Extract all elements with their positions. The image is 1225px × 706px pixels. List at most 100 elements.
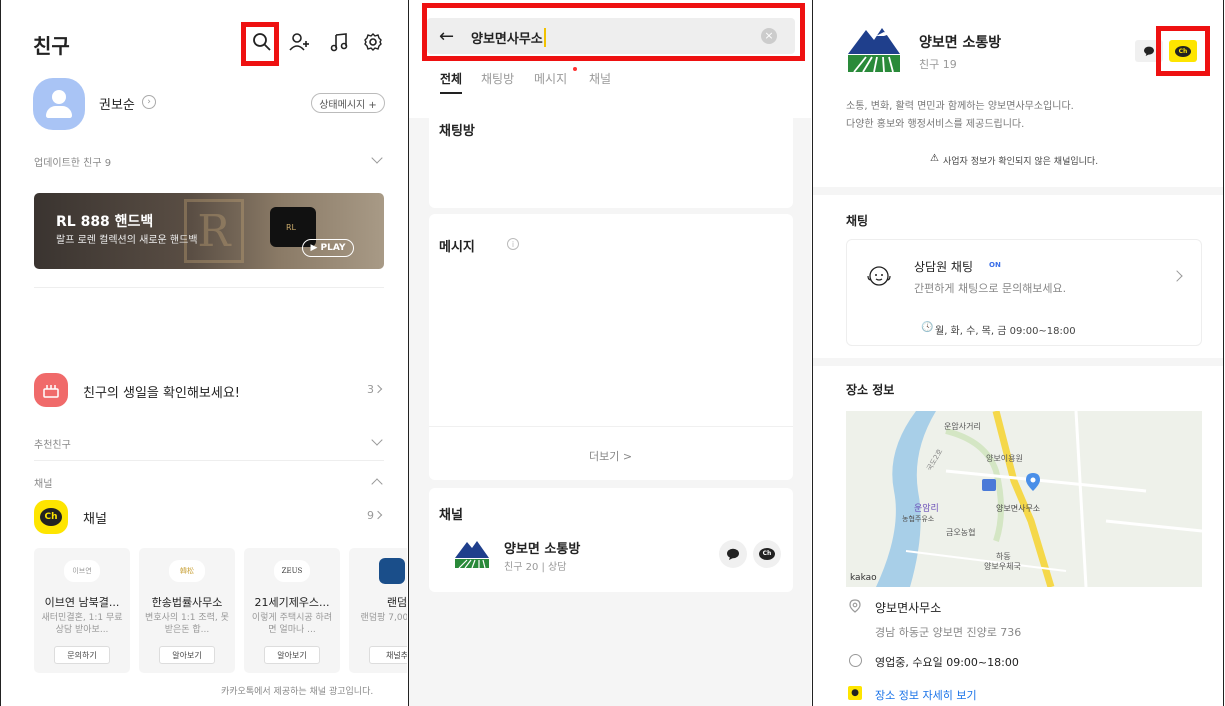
channel-plus-icon[interactable]: Ch bbox=[753, 540, 781, 568]
channel-card-desc: 랜덤팡 7,000원 꽝 bbox=[360, 613, 407, 623]
chevron-down-icon[interactable] bbox=[371, 434, 383, 446]
settings-icon[interactable] bbox=[361, 30, 385, 54]
map-label-barber: 양보이용원 bbox=[986, 454, 1023, 463]
location-pin-icon bbox=[1026, 473, 1040, 491]
highlight-box bbox=[1156, 26, 1210, 76]
map-label-office: 양보면사무소 bbox=[996, 504, 1041, 513]
channel-description-line2: 다양한 홍보와 행정서비스를 제공드립니다. bbox=[846, 119, 1025, 130]
divider bbox=[429, 426, 793, 427]
info-icon[interactable]: i bbox=[507, 238, 519, 250]
channel-card-desc: 변호사의 1:1 조력, 못받은돈 합... bbox=[145, 613, 229, 635]
counselor-chat-title: 상담원 채팅 bbox=[914, 260, 974, 274]
place-section-title: 장소 정보 bbox=[846, 383, 895, 397]
tab-messages[interactable]: 메시지 bbox=[534, 70, 567, 87]
channel-description-line1: 소통, 변화, 활력 면민과 함께하는 양보면사무소입니다. bbox=[846, 101, 1074, 112]
map-label-gas: 농협주유소 bbox=[902, 515, 935, 523]
chevron-right-icon[interactable] bbox=[373, 510, 383, 520]
profile-name[interactable]: 권보순 bbox=[99, 94, 135, 113]
inquire-button[interactable]: 문의하기 bbox=[54, 646, 110, 664]
divider bbox=[813, 187, 1223, 195]
new-dot bbox=[573, 67, 577, 71]
business-hours: 월, 화, 수, 목, 금 09:00~18:00 bbox=[935, 326, 1076, 337]
channel-result-meta: 친구 20 | 상담 bbox=[504, 562, 567, 573]
place-detail-link[interactable]: 장소 정보 자세히 보기 bbox=[875, 687, 977, 703]
channel-logo: ZEUS bbox=[274, 560, 310, 582]
ad-notice: 카카오톡에서 제공하는 채널 광고입니다. bbox=[221, 687, 374, 697]
channel-profile-panel: 양보면 소통방 친구 19 Ch 소통, 변화, 활력 면민과 함께하는 양보면… bbox=[812, 0, 1224, 706]
bus-stop-icon bbox=[982, 479, 996, 491]
chat-section-title: 채팅 bbox=[846, 214, 869, 228]
map-label-post: 양보우체국 bbox=[984, 562, 1021, 571]
ad-banner[interactable]: R RL RL 888 핸드백 랄프 로렌 컬렉션의 새로운 핸드백 ▶ PLA… bbox=[34, 193, 384, 269]
map-label-geumo: 금오농협 bbox=[946, 528, 976, 537]
add-friend-icon[interactable] bbox=[288, 30, 312, 54]
business-warning: 사업자 정보가 확인되지 않은 채널입니다. bbox=[943, 157, 1099, 167]
channel-count[interactable]: 9 bbox=[367, 509, 374, 522]
channel-card-name: 랜덤 bbox=[386, 596, 407, 609]
channel-logo bbox=[379, 558, 405, 584]
channel-logo: 韓松 bbox=[169, 560, 205, 582]
channel-card-name: 한송법률사무소 bbox=[151, 596, 223, 609]
place-address: 경남 하동군 양보면 진양로 736 bbox=[875, 626, 1022, 639]
map-label-village: 운암리 bbox=[914, 504, 939, 514]
highlight-box bbox=[241, 22, 279, 66]
play-button[interactable]: ▶ PLAY bbox=[302, 239, 354, 257]
channel-card[interactable]: 이브연 이브연 남북결... 새터민결혼, 1:1 무료상담 받아보... 문의… bbox=[34, 548, 130, 673]
counselor-chat-desc: 간편하게 채팅으로 문의해보세요. bbox=[914, 282, 1067, 295]
channel-card-name: 이브연 남북결... bbox=[44, 596, 120, 609]
map-marker-icon: ● bbox=[848, 686, 862, 700]
channel-card-desc: 새터민결혼, 1:1 무료상담 받아보... bbox=[41, 613, 123, 635]
chevron-right-icon[interactable] bbox=[1171, 270, 1183, 282]
section-title: 채널 bbox=[439, 508, 463, 523]
divider bbox=[34, 460, 384, 461]
map-provider: kakao bbox=[850, 573, 877, 583]
music-icon[interactable] bbox=[327, 30, 351, 54]
status-message-button[interactable]: 상태메시지 + bbox=[311, 93, 385, 113]
channel-name: 양보면 소통방 bbox=[919, 35, 1002, 51]
banner-subtitle: 랄프 로렌 컬렉션의 새로운 핸드백 bbox=[56, 235, 198, 246]
channel-card[interactable]: ZEUS 21세기제우스... 이렇게 주택시공 하려면 얼마나 ... 알아보… bbox=[244, 548, 340, 673]
channel-logo[interactable] bbox=[453, 536, 491, 568]
cake-icon bbox=[34, 373, 68, 407]
section-title: 메시지 bbox=[439, 240, 475, 255]
tab-all[interactable]: 전체 bbox=[440, 70, 463, 94]
clock-icon bbox=[849, 654, 862, 667]
chevron-right-icon[interactable] bbox=[373, 384, 383, 394]
location-pin-icon bbox=[849, 598, 861, 613]
chevron-right-icon[interactable]: › bbox=[142, 95, 156, 109]
channel-card-name: 21세기제우스... bbox=[254, 596, 330, 609]
birthday-text[interactable]: 친구의 생일을 확인해보세요! bbox=[83, 382, 240, 401]
chevron-up-icon[interactable] bbox=[371, 478, 383, 490]
learn-more-button[interactable]: 알아보기 bbox=[264, 646, 320, 664]
avatar[interactable] bbox=[33, 78, 85, 130]
channel-result-name[interactable]: 양보면 소통방 bbox=[504, 538, 580, 557]
channel-card[interactable]: 랜덤 랜덤팡 7,000원 꽝 채널추 bbox=[349, 548, 407, 673]
channel-logo[interactable] bbox=[846, 22, 902, 72]
place-name: 양보면사무소 bbox=[875, 601, 942, 615]
chat-bubble-icon[interactable] bbox=[719, 540, 747, 568]
birthday-count[interactable]: 3 bbox=[367, 383, 374, 396]
page-title: 친구 bbox=[33, 34, 70, 58]
channel-friends: 친구 19 bbox=[919, 58, 957, 71]
friends-panel: 친구 권보순 › 상태메시지 + 업데이트한 친구 9 R RL RL 888 … bbox=[0, 0, 407, 706]
message-section: 메시지 i 더보기 > bbox=[429, 214, 793, 480]
more-button[interactable]: 더보기 > bbox=[589, 448, 632, 464]
tab-channels[interactable]: 채널 bbox=[589, 70, 611, 87]
counselor-chat-card[interactable]: 상담원 채팅 ON 간편하게 채팅으로 문의해보세요. 🕓 월, 화, 수, 목… bbox=[846, 239, 1202, 346]
divider bbox=[813, 358, 1223, 366]
channel-row-label[interactable]: 채널 bbox=[83, 508, 107, 527]
learn-more-button[interactable]: 알아보기 bbox=[159, 646, 215, 664]
chevron-down-icon[interactable] bbox=[371, 152, 383, 164]
channel-card-desc: 이렇게 주택시공 하려면 얼마나 ... bbox=[251, 613, 333, 635]
divider bbox=[34, 287, 384, 288]
location-map[interactable]: 운암사거리 양보이용원 국도2호 양보면사무소 운암리 농협주유소 금오농협 하… bbox=[846, 411, 1202, 587]
add-channel-button[interactable]: 채널추 bbox=[369, 646, 407, 664]
warning-icon: ⚠ bbox=[930, 153, 939, 164]
on-badge: ON bbox=[989, 261, 1001, 269]
channel-section: 채널 양보면 소통방 친구 20 | 상담 Ch bbox=[429, 488, 793, 592]
section-title: 채팅방 bbox=[439, 124, 475, 139]
tab-chatrooms[interactable]: 채팅방 bbox=[481, 70, 514, 87]
clock-icon: 🕓 bbox=[921, 322, 934, 333]
open-status: 영업중, 수요일 09:00~18:00 bbox=[875, 656, 1019, 669]
channel-card[interactable]: 韓松 한송법률사무소 변호사의 1:1 조력, 못받은돈 합... 알아보기 bbox=[139, 548, 235, 673]
